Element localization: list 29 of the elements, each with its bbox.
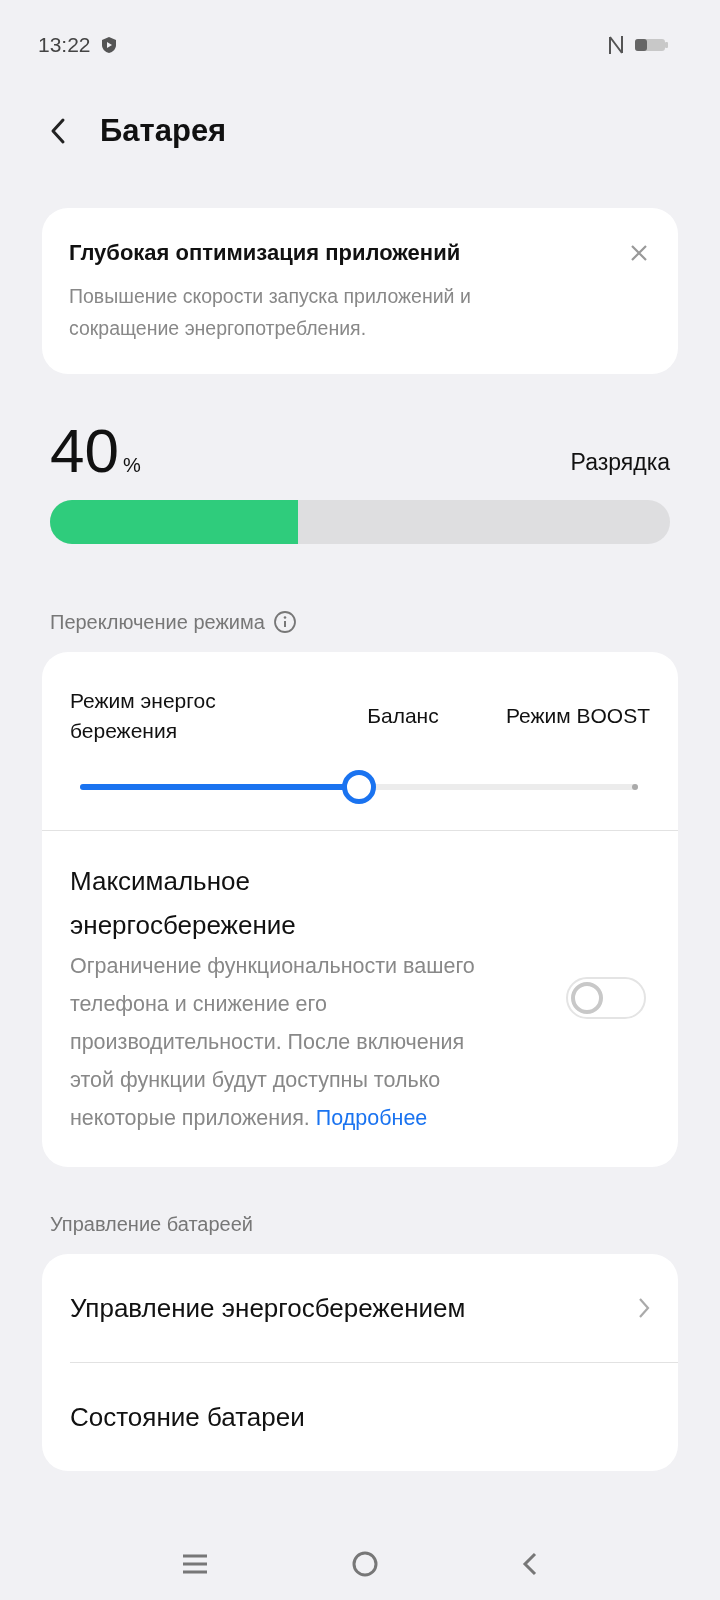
mode-label[interactable]: Режим энергос бережения [70,686,260,746]
battery-percent: 40 [50,418,119,484]
section-title: Управление батареей [50,1213,254,1236]
setting-title: Максимальное энергосбережение [70,865,297,942]
mode-label[interactable]: Режим BOOST [505,701,650,731]
mode-label[interactable]: Баланс [367,701,439,731]
page-title: Батарея [100,113,227,149]
mode-slider[interactable] [80,770,638,804]
settings-item[interactable]: Управление энергосбережением [42,1254,678,1362]
toggle-switch[interactable] [566,977,646,1019]
battery-icon [634,37,670,53]
home-icon[interactable] [351,1550,379,1578]
battery-status: Разрядка [570,449,670,476]
percent-unit: % [122,454,141,477]
setting-description: Ограничение функциональности вашего телефона и снижение его производительности. После включения этой функции будут доступны только некоторые приложения. Подробнее [70,953,476,1132]
nfc-icon [608,34,624,56]
slider-thumb[interactable] [342,770,376,804]
menu-icon[interactable] [181,1553,209,1575]
chevron-icon [638,1297,650,1319]
back-icon[interactable] [521,1551,539,1577]
more-link[interactable]: Подробнее [315,1106,428,1130]
tip-text: Повышение скорости запуска приложений и сокращение энергопотребления. [69,284,472,341]
tip-title: Глубокая оптимизация приложений [69,240,461,266]
close-button[interactable] [630,244,648,262]
shield-icon [100,36,117,54]
section-title: Переключение режима [50,610,265,634]
info-icon[interactable] [272,610,297,634]
settings-item[interactable]: Состояние батареи [42,1363,678,1471]
status-time: 13:22 [38,33,91,57]
